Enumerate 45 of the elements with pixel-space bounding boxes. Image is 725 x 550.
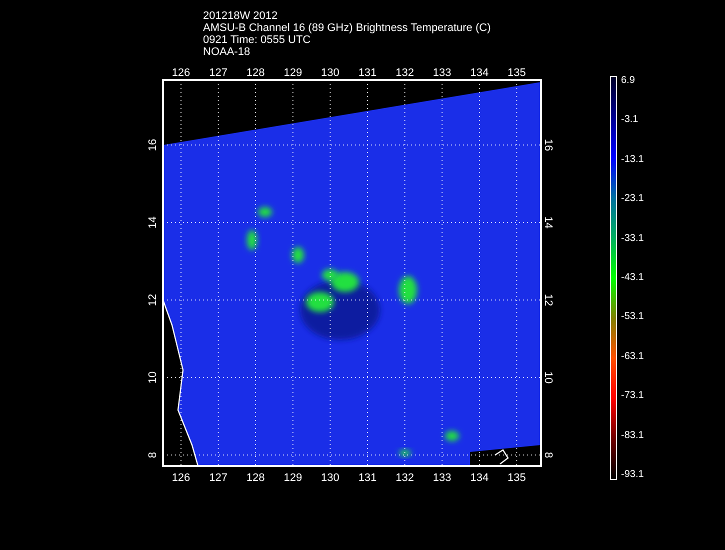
colorbar-label: -13.1 bbox=[621, 154, 644, 165]
chart-title-line: NOAA-18 bbox=[203, 46, 252, 58]
longitude-label: 133 bbox=[432, 67, 452, 79]
latitude-label: 10 bbox=[147, 371, 159, 384]
latitude-label: 16 bbox=[542, 138, 554, 152]
longitude-label: 129 bbox=[284, 67, 302, 79]
colorbar-label: -3.1 bbox=[621, 115, 640, 126]
longitude-label: 134 bbox=[470, 472, 489, 484]
longitude-label: 129 bbox=[284, 472, 302, 484]
longitude-label: 135 bbox=[508, 67, 526, 79]
longitude-label: 132 bbox=[396, 472, 414, 484]
latitude-label: 12 bbox=[147, 294, 159, 306]
longitude-label: 128 bbox=[246, 472, 265, 484]
longitude-label: 127 bbox=[209, 67, 228, 79]
longitude-label: 134 bbox=[470, 67, 489, 79]
longitude-label: 132 bbox=[396, 67, 414, 79]
colorbar-label: -33.1 bbox=[621, 234, 644, 244]
colorbar-label: -23.1 bbox=[621, 194, 644, 204]
latitude-label: 16 bbox=[147, 138, 159, 152]
colorbar-label: -53.1 bbox=[621, 312, 644, 322]
latitude-label: 8 bbox=[147, 452, 159, 458]
longitude-label: 131 bbox=[358, 67, 377, 79]
longitude-label: 133 bbox=[432, 472, 452, 484]
latitude-label: 12 bbox=[542, 294, 554, 306]
longitude-label: 126 bbox=[172, 67, 190, 79]
longitude-label: 126 bbox=[172, 472, 190, 484]
chart-title-line: 201218W 2012 bbox=[203, 10, 279, 22]
latitude-label: 14 bbox=[542, 216, 554, 229]
colorbar-label: -43.1 bbox=[621, 272, 644, 283]
colorbar-label: -63.1 bbox=[621, 352, 644, 362]
longitude-label: 130 bbox=[321, 67, 340, 79]
latitude-label: 10 bbox=[542, 371, 554, 384]
longitude-label: 130 bbox=[321, 472, 340, 484]
colorbar-label: 6.9 bbox=[621, 76, 636, 86]
colorbar-label: -83.1 bbox=[621, 430, 644, 441]
colorbar-label: -93.1 bbox=[621, 470, 644, 480]
longitude-label: 131 bbox=[358, 472, 377, 484]
chart-title-line: 0921 Time: 0555 UTC bbox=[203, 34, 312, 46]
longitude-label: 128 bbox=[246, 67, 265, 79]
latitude-label: 8 bbox=[542, 452, 554, 458]
colorbar-label: -73.1 bbox=[621, 391, 644, 402]
longitude-label: 127 bbox=[209, 472, 228, 484]
chart-title-line: AMSU-B Channel 16 (89 GHz) Brightness Temperature (C) bbox=[203, 22, 492, 34]
latitude-label: 14 bbox=[147, 216, 159, 229]
longitude-label: 135 bbox=[508, 472, 526, 484]
